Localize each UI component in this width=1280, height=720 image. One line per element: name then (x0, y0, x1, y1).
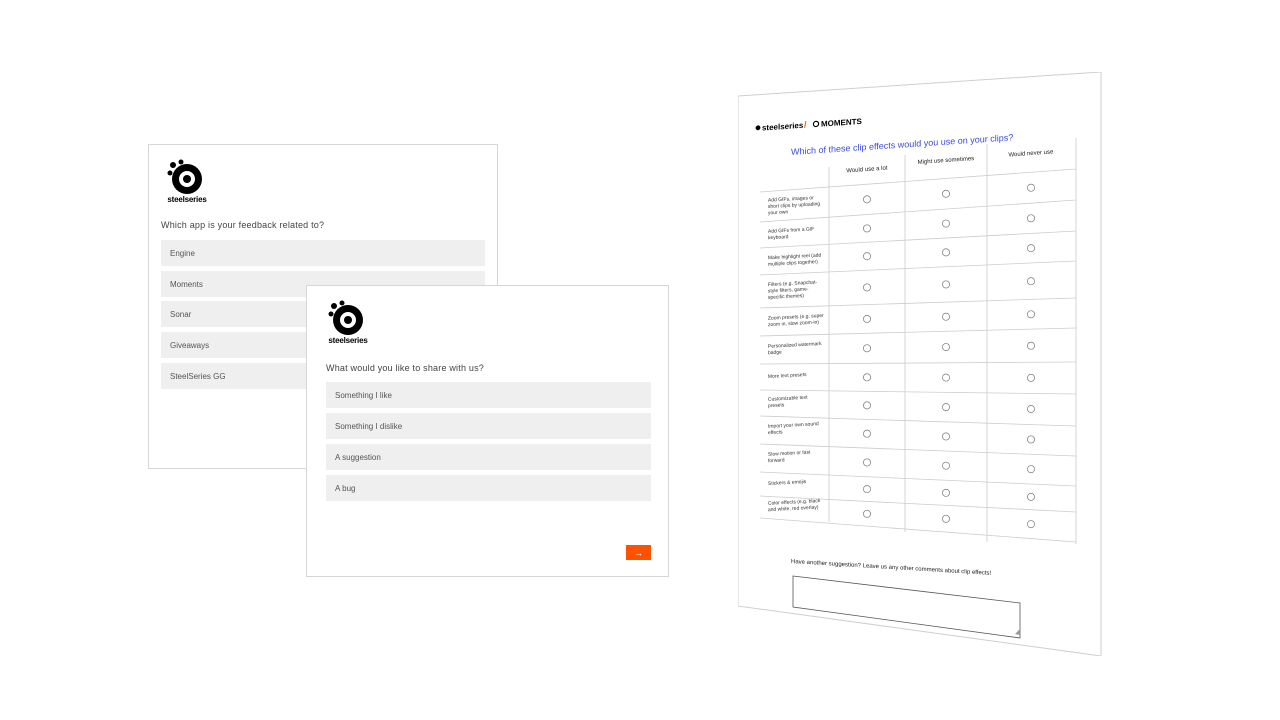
option-a-suggestion[interactable]: A suggestion (326, 444, 651, 470)
survey-radio-button[interactable] (863, 373, 871, 382)
option-engine[interactable]: Engine (161, 240, 485, 266)
survey-radio-button[interactable] (942, 432, 950, 441)
survey-radio-button[interactable] (1027, 244, 1035, 253)
survey-radio-button[interactable] (863, 458, 871, 467)
survey-radio-button[interactable] (1027, 492, 1035, 501)
steelseries-logo: steelseries (165, 157, 209, 205)
option-something-i-like[interactable]: Something I like (326, 382, 651, 408)
survey-radio-button[interactable] (1027, 405, 1035, 413)
survey-radio-button[interactable] (1027, 183, 1035, 192)
survey-radio-button[interactable] (863, 252, 871, 261)
survey-radio-button[interactable] (1027, 435, 1035, 444)
survey-radio-button[interactable] (942, 189, 950, 198)
survey-radio-button[interactable] (942, 343, 950, 352)
survey-radio-button[interactable] (863, 195, 871, 204)
survey-row-label: forward (768, 457, 785, 464)
survey-row-label: keyboard (768, 234, 789, 241)
survey-radio-button[interactable] (863, 401, 871, 410)
share-feedback-card: steelseries What would you like to share… (306, 285, 669, 577)
survey-radio-button[interactable] (942, 403, 950, 412)
share-question: What would you like to share with us? (326, 363, 484, 373)
survey-radio-button[interactable] (942, 248, 950, 257)
survey-radio-button[interactable] (942, 312, 950, 321)
next-button[interactable]: → (626, 545, 651, 560)
steelseries-logo: steelseries (326, 298, 370, 346)
survey-row-label: effects (768, 429, 783, 436)
survey-radio-button[interactable] (863, 224, 871, 233)
survey-radio-button[interactable] (1027, 465, 1035, 474)
survey-radio-button[interactable] (863, 485, 871, 494)
survey-radio-button[interactable] (1027, 214, 1035, 223)
steelseries-logo-icon (167, 159, 202, 194)
survey-radio-button[interactable] (942, 461, 950, 470)
steelseries-wordmark: steelseries (328, 336, 368, 345)
survey-radio-button[interactable] (942, 488, 950, 497)
survey-row-label: badge (768, 349, 782, 356)
survey-radio-button[interactable] (1027, 373, 1035, 382)
survey-radio-button[interactable] (942, 373, 950, 382)
survey-sheet: Add GIFs, images orshort clips by upload… (738, 72, 1102, 656)
steelseries-logo-icon (328, 300, 363, 335)
option-something-i-dislike[interactable]: Something I dislike (326, 413, 651, 439)
survey-radio-button[interactable] (942, 280, 950, 289)
survey-radio-button[interactable] (863, 315, 871, 323)
steelseries-wordmark: steelseries (167, 195, 207, 204)
survey-row-label: presets (768, 402, 785, 409)
survey-radio-button[interactable] (863, 344, 871, 353)
survey-radio-button[interactable] (863, 429, 871, 438)
survey-radio-button[interactable] (863, 283, 871, 292)
survey-radio-button[interactable] (1027, 520, 1035, 529)
survey-radio-button[interactable] (1027, 341, 1035, 350)
survey-radio-button[interactable] (863, 509, 871, 518)
option-a-bug[interactable]: A bug (326, 475, 651, 501)
clip-effects-survey: Add GIFs, images or short clips by upload… (738, 72, 1102, 656)
survey-radio-button[interactable] (1027, 277, 1035, 286)
app-question: Which app is your feedback related to? (161, 220, 325, 230)
survey-radio-button[interactable] (1027, 310, 1035, 319)
survey-radio-button[interactable] (942, 514, 950, 523)
survey-radio-button[interactable] (942, 219, 950, 228)
survey-row-label: your own (768, 209, 789, 216)
